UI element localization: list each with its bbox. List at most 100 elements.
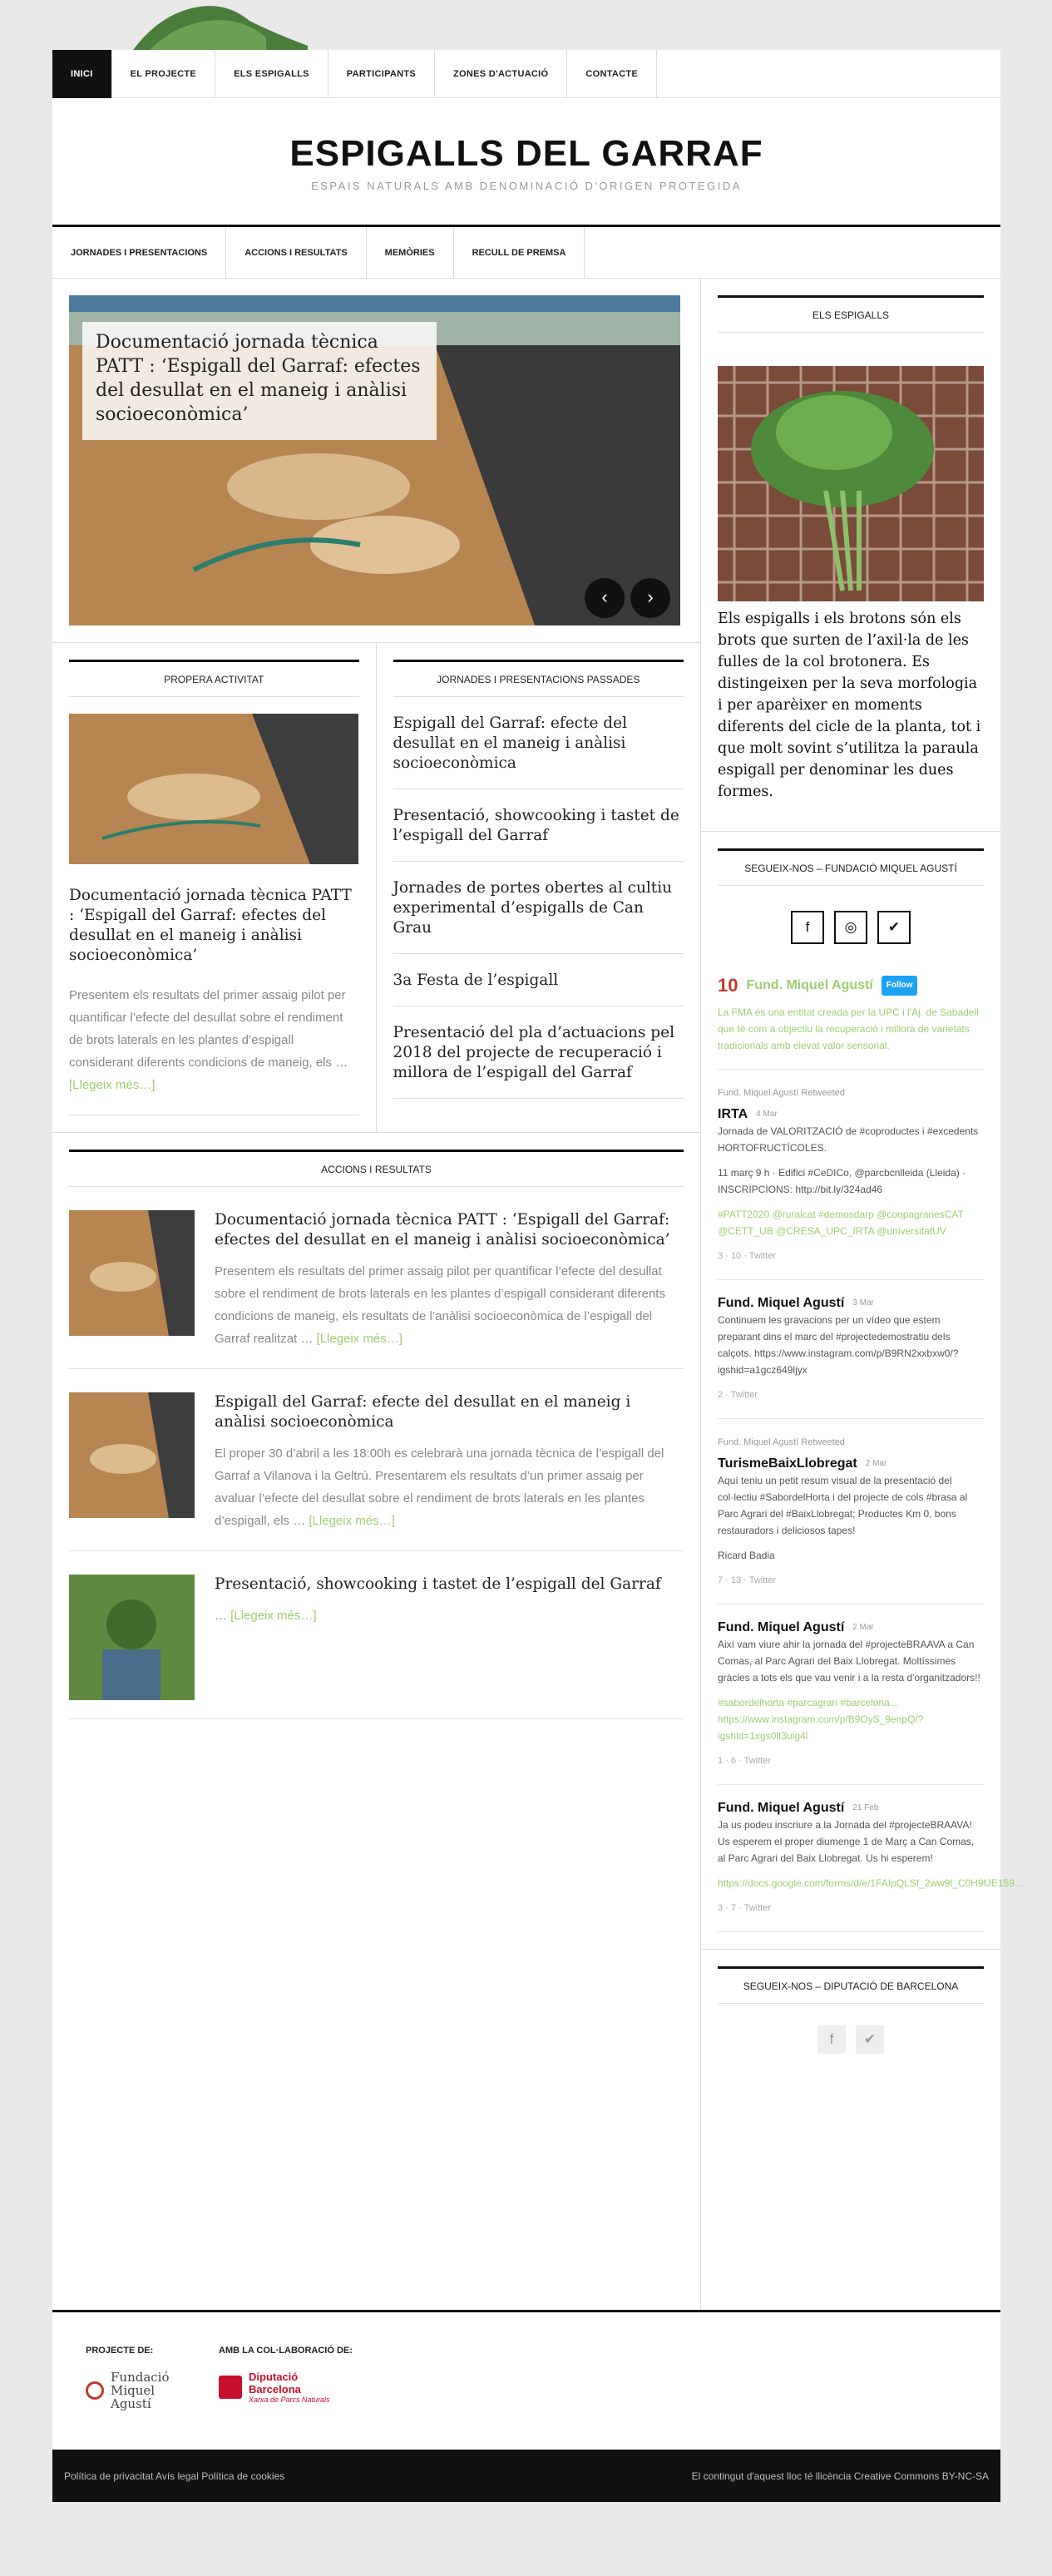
instagram-icon[interactable]: ◎ [834,911,867,944]
plant-decoration-image [133,6,308,50]
tweet: Fund. Miquel Agustí Retweeted IRTA 4 Mar … [718,1070,984,1280]
tweet-actions[interactable]: 2 · Twitter [718,1387,984,1403]
accions-resultats-widget: ACCIONS I RESULTATS Documentació jornada… [52,1132,700,1736]
accio-read-more-link[interactable]: [Llegeix més…] [317,1332,403,1346]
nav-els-espigalls[interactable]: ELS ESPIGALLS [215,50,328,98]
diputacio-heading: SEGUEIX-NOS – DIPUTACIÓ DE BARCELONA [718,1966,984,2004]
tweet-tags[interactable]: https://docs.google.com/forms/d/e/1FAIpQ… [718,1875,1025,1891]
tweet-text-extra: 11 març 9 h · Edifici #CeDICo, @parcbcnl… [718,1167,966,1195]
tweet-actions[interactable]: 7 · 13 · Twitter [718,1572,984,1589]
nav-zones-actuacio[interactable]: ZONES D'ACTUACIÓ [435,50,568,98]
tweet: Fund. Miquel Agustí 3 Mar Continuem les g… [718,1280,984,1419]
tweet-date[interactable]: 2 Mar [866,1456,887,1472]
slider-caption[interactable]: Documentació jornada tècnica PATT : ‘Esp… [82,322,437,440]
accio-thumbnail[interactable] [69,1392,195,1518]
nav-memories[interactable]: MEMÒRIES [367,227,454,279]
espigalls-heading: ELS ESPIGALLS [718,295,984,333]
nav-recull-premsa[interactable]: RECULL DE PREMSA [454,227,585,279]
tweet-date[interactable]: 21 Feb [852,1800,878,1817]
propera-read-more-link[interactable]: [Llegeix més…] [69,1078,155,1092]
twitter-profile-header: 10 Fund. Miquel Agustí Follow La FMA és … [718,961,984,1070]
tweet-retweet-label: Fund. Miquel Agustí Retweeted [718,1088,845,1098]
propera-post-title[interactable]: Documentació jornada tècnica PATT : ‘Esp… [69,886,359,966]
tweet-date[interactable]: 3 Mar [852,1295,874,1312]
accio-read-more-link[interactable]: [Llegeix més…] [230,1609,316,1623]
xarxa-parcs-label: Xarxa de Parcs Naturals [249,2396,330,2404]
tweet-user[interactable]: Fund. Miquel Agustí [718,1295,844,1312]
fundacio-name: Fundació Miquel Agustí [111,2370,170,2411]
footer-sponsors: PROJECTE DE: Fundació Miquel Agustí AMB … [52,2310,1000,2450]
nav-accions[interactable]: ACCIONS I RESULTATS [226,227,367,279]
espigalls-widget: ELS ESPIGALLS Els espigalls i els broton… [701,279,1000,832]
segueix-heading: SEGUEIX-NOS – FUNDACIÓ MIQUEL AGUSTÍ [718,848,984,886]
tweet-user[interactable]: IRTA [718,1106,748,1123]
nav-participants[interactable]: PARTICIPANTS [328,50,436,98]
list-item: Presentació del pla d’actuacions pel 201… [393,1006,684,1099]
accio-title[interactable]: Espigall del Garraf: efecte del desullat… [215,1392,684,1432]
tweet-date[interactable]: 4 Mar [756,1106,778,1123]
espigalls-description: Els espigalls i els brotons són els brot… [718,611,981,800]
footer-license[interactable]: El contingut d'aquest lloc té llicència … [692,2470,989,2482]
passades-link[interactable]: Presentació, showcooking i tastet de l’e… [393,806,684,846]
accio-excerpt: … [215,1609,227,1623]
facebook-icon[interactable]: f [791,911,824,944]
tweet-user[interactable]: Fund. Miquel Agustí [718,1800,844,1817]
passades-heading: JORNADES I PRESENTACIONS PASSADES [393,660,684,697]
diputacio-twitter-icon[interactable]: ✔ [856,2025,884,2054]
accio-title[interactable]: Documentació jornada tècnica PATT : ‘Esp… [215,1210,684,1250]
twitter-account-name[interactable]: Fund. Miquel Agustí [746,977,872,994]
list-item: Espigall del Garraf: efecte del desullat… [393,697,684,789]
propera-thumbnail[interactable] [69,714,358,864]
passades-link[interactable]: 3a Festa de l’espigall [393,971,684,991]
accio-thumbnail[interactable] [69,1210,195,1336]
passades-link[interactable]: Jornades de portes obertes al cultiu exp… [393,878,684,938]
tweet-date[interactable]: 2 Mar [852,1619,874,1636]
passades-link[interactable]: Presentació del pla d’actuacions pel 201… [393,1023,684,1083]
slider-next-button[interactable]: › [630,578,670,618]
tweet: Fund. Miquel Agustí Retweeted TurismeBai… [718,1419,984,1604]
tweet-actions[interactable]: 1 · 6 · Twitter [718,1753,984,1769]
passades-link[interactable]: Espigall del Garraf: efecte del desullat… [393,714,684,774]
diputacio-logo[interactable]: Diputació Barcelona Xarxa de Parcs Natur… [219,2371,353,2404]
accio-title[interactable]: Presentació, showcooking i tastet de l’e… [215,1575,661,1595]
accio-read-more-link[interactable]: [Llegeix més…] [309,1514,394,1528]
tweet-text: Així vam viure ahir la jornada del #proj… [718,1639,980,1684]
tweet-tags[interactable]: #PATT2020 @ruralcat #demosdarp @coopagra… [718,1206,984,1239]
tweet-text: Aquí teniu un petit resum visual de la p… [718,1475,968,1536]
footer-bottom-bar: Política de privacitat Avís legal Políti… [52,2450,1000,2502]
nav-inici[interactable]: INICI [52,50,112,98]
twitter-follow-button[interactable]: Follow [881,976,918,996]
tweet-actions[interactable]: 3 · 7 · Twitter [718,1900,984,1916]
fundacio-logo-icon [86,2381,104,2400]
projecte-de-label: PROJECTE DE: [86,2346,154,2356]
nav-jornades[interactable]: JORNADES I PRESENTACIONS [52,227,227,279]
tweet-text-extra: Ricard Badia [718,1550,775,1561]
sidebar: ELS ESPIGALLS Els espigalls i els broton… [701,279,1025,2310]
tweet-tags[interactable]: #sabordelhorta #parcagrari #barcelona… h… [718,1694,984,1744]
tweet-text: Ja us podeu inscriure a la Jornada del #… [718,1819,975,1864]
diputacio-logo-icon [219,2376,242,2399]
slider-prev-button[interactable]: ‹ [585,578,625,618]
site-footer: PROJECTE DE: Fundació Miquel Agustí AMB … [52,2310,1000,2502]
fundacio-logo[interactable]: Fundació Miquel Agustí [86,2371,185,2410]
diputacio-facebook-icon[interactable]: f [817,2025,846,2054]
tweet-user[interactable]: TurismeBaixLlobregat [718,1456,857,1472]
site-title[interactable]: ESPIGALLS DEL GARRAF [52,98,1000,175]
nav-el-projecte[interactable]: EL PROJECTE [112,50,216,98]
tweet-user[interactable]: Fund. Miquel Agustí [718,1619,844,1636]
footer-legal-links[interactable]: Política de privacitat Avís legal Políti… [64,2470,284,2482]
featured-slider[interactable]: Documentació jornada tècnica PATT : ‘Esp… [69,295,680,625]
tweet: Fund. Miquel Agustí 21 Feb Ja us podeu in… [718,1785,1025,1932]
twitter-icon[interactable]: ✔ [877,911,911,944]
accio-thumbnail[interactable] [69,1575,195,1700]
nav-contacte[interactable]: CONTACTE [567,50,658,98]
fundacio-logo-icon: 10 [718,975,738,996]
social-links: f ◎ ✔ [718,911,984,944]
twitter-bio: La FMA és una entitat creada per la UPC … [718,1006,979,1051]
tweet: Fund. Miquel Agustí 2 Mar Així vam viure … [718,1604,984,1785]
diputacio-widget: SEGUEIX-NOS – DIPUTACIÓ DE BARCELONA f ✔ [701,1950,1000,2079]
tweet-text: Jornada de VALORITZACIÓ de #coproductes … [718,1125,979,1154]
list-item: Presentació, showcooking i tastet de l’e… [393,789,684,862]
tweet-actions[interactable]: 3 · 10 · Twitter [718,1248,984,1264]
list-item: Jornades de portes obertes al cultiu exp… [393,862,684,954]
